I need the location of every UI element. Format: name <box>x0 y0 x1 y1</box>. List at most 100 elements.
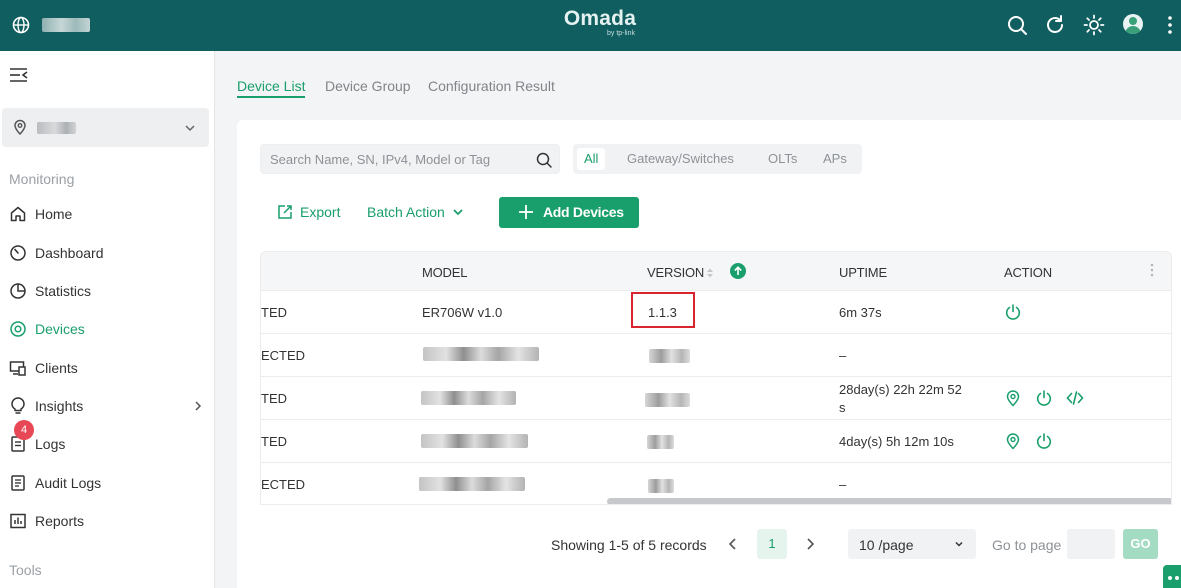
tab-configuration-result[interactable]: Configuration Result <box>428 78 555 94</box>
page-number-button[interactable]: 1 <box>757 529 787 559</box>
report-icon <box>10 513 26 529</box>
next-page-icon[interactable] <box>799 532 821 556</box>
device-type-filter: All Gateway/Switches OLTs APs <box>573 144 862 174</box>
sort-icon[interactable] <box>706 267 714 279</box>
version-redacted <box>647 435 674 449</box>
search-input[interactable] <box>270 150 520 168</box>
search-icon[interactable] <box>535 151 553 169</box>
home-icon <box>10 206 26 222</box>
uptime-cell: 6m 37s <box>839 305 882 320</box>
device-list-card: All Gateway/Switches OLTs APs Export Bat… <box>237 120 1181 588</box>
model-redacted <box>419 477 525 491</box>
filter-olts[interactable]: OLTs <box>761 148 804 170</box>
tab-device-list[interactable]: Device List <box>237 78 306 98</box>
brand-subtitle: by tp-link <box>606 30 635 37</box>
globe-icon[interactable] <box>12 16 30 34</box>
more-vertical-icon[interactable] <box>1160 14 1180 36</box>
search-box <box>260 144 560 174</box>
status-cell: TED <box>261 391 287 406</box>
page-size-value: 10 /page <box>859 537 914 553</box>
batch-action-dropdown[interactable]: Batch Action <box>367 204 463 220</box>
sidebar-item-clients[interactable]: Clients <box>0 352 214 384</box>
column-version[interactable]: VERSION <box>647 265 704 280</box>
user-avatar[interactable] <box>1123 14 1143 34</box>
current-site-name-redacted[interactable] <box>42 18 90 32</box>
power-icon[interactable] <box>1004 303 1022 321</box>
audit-icon <box>11 475 25 491</box>
site-selector[interactable] <box>2 108 209 147</box>
location-pin-icon <box>14 119 26 135</box>
section-monitoring: Monitoring <box>9 171 75 187</box>
sidebar-item-home[interactable]: Home <box>0 198 214 230</box>
version-cell: 1.1.3 <box>648 305 677 320</box>
go-button[interactable]: GO <box>1123 529 1158 559</box>
sidebar-item-dashboard[interactable]: Dashboard <box>0 237 214 269</box>
search-icon[interactable] <box>1006 14 1028 36</box>
table-header: MODEL VERSION UPTIME ACTION <box>261 252 1171 290</box>
pie-chart-icon <box>10 283 26 299</box>
column-settings-icon[interactable] <box>1150 262 1154 278</box>
site-name-redacted <box>37 122 76 134</box>
filter-all[interactable]: All <box>577 148 606 170</box>
power-icon[interactable] <box>1035 389 1053 407</box>
gauge-icon <box>10 245 26 261</box>
page-size-select[interactable]: 10 /page <box>848 529 976 559</box>
status-cell: ECTED <box>261 477 306 492</box>
table-row[interactable]: TED ER706W v1.0 1.1.3 6m 37s <box>261 290 1171 333</box>
chevron-down-icon <box>955 541 963 547</box>
cli-icon[interactable] <box>1066 389 1084 407</box>
sidebar-item-label: Dashboard <box>35 245 104 261</box>
goto-page-input[interactable] <box>1067 529 1115 559</box>
uptime-cell-line1: 28day(s) 22h 22m 52 <box>839 382 962 397</box>
table-row[interactable]: TED 4day(s) 5h 12m 10s <box>261 419 1171 462</box>
locate-icon[interactable] <box>1004 389 1022 407</box>
sidebar-item-label: Reports <box>35 513 85 529</box>
sidebar-item-label: Logs <box>35 436 66 452</box>
batch-action-label: Batch Action <box>367 204 445 220</box>
section-tools: Tools <box>9 562 42 578</box>
records-summary: Showing 1-5 of 5 records <box>551 537 707 553</box>
model-redacted <box>421 391 516 405</box>
sidebar-item-reports[interactable]: Reports <box>0 505 214 537</box>
table-row[interactable]: TED 28day(s) 22h 22m 52 s <box>261 376 1171 419</box>
chat-support-button[interactable] <box>1163 565 1181 588</box>
uptime-cell: 4day(s) 5h 12m 10s <box>839 434 954 449</box>
status-cell: TED <box>261 305 287 320</box>
theme-sun-icon[interactable] <box>1083 14 1105 36</box>
notification-badge: 4 <box>14 420 34 440</box>
column-uptime[interactable]: UPTIME <box>839 265 887 280</box>
sidebar-item-insights[interactable]: Insights <box>0 390 214 422</box>
column-model[interactable]: MODEL <box>422 265 467 280</box>
version-redacted <box>645 393 690 407</box>
sidebar-item-label: Statistics <box>35 283 92 299</box>
refresh-icon[interactable] <box>1044 14 1066 36</box>
table-row[interactable]: ECTED – <box>261 333 1171 376</box>
status-cell: TED <box>261 434 287 449</box>
upgrade-available-icon[interactable] <box>730 263 746 279</box>
sidebar-item-logs[interactable]: 4 Logs <box>0 420 214 460</box>
filter-gateway-switches[interactable]: Gateway/Switches <box>620 148 741 170</box>
locate-icon[interactable] <box>1004 432 1022 450</box>
uptime-cell-line2: s <box>839 400 846 415</box>
sidebar: Monitoring Home Dashboard Statistics Dev… <box>0 51 215 588</box>
filter-aps[interactable]: APs <box>816 148 854 170</box>
brand-name: Omada <box>563 7 637 30</box>
collapse-menu-icon[interactable] <box>10 68 28 82</box>
horizontal-scrollbar[interactable] <box>607 498 1171 504</box>
model-redacted <box>423 347 539 361</box>
plus-icon <box>519 205 533 219</box>
top-bar: Omada by tp-link <box>0 0 1181 51</box>
power-icon[interactable] <box>1035 432 1053 450</box>
goto-page-label: Go to page <box>992 537 1062 553</box>
add-devices-button[interactable]: Add Devices <box>499 197 639 228</box>
model-redacted <box>421 434 528 448</box>
tab-device-group[interactable]: Device Group <box>325 78 411 94</box>
previous-page-icon[interactable] <box>722 532 744 556</box>
sidebar-item-statistics[interactable]: Statistics <box>0 275 214 307</box>
sidebar-item-audit-logs[interactable]: Audit Logs <box>0 467 214 499</box>
version-redacted <box>648 479 674 493</box>
add-devices-label: Add Devices <box>543 204 624 220</box>
chevron-right-icon <box>195 401 202 411</box>
sidebar-item-devices[interactable]: Devices <box>0 313 214 345</box>
version-redacted <box>649 349 690 363</box>
